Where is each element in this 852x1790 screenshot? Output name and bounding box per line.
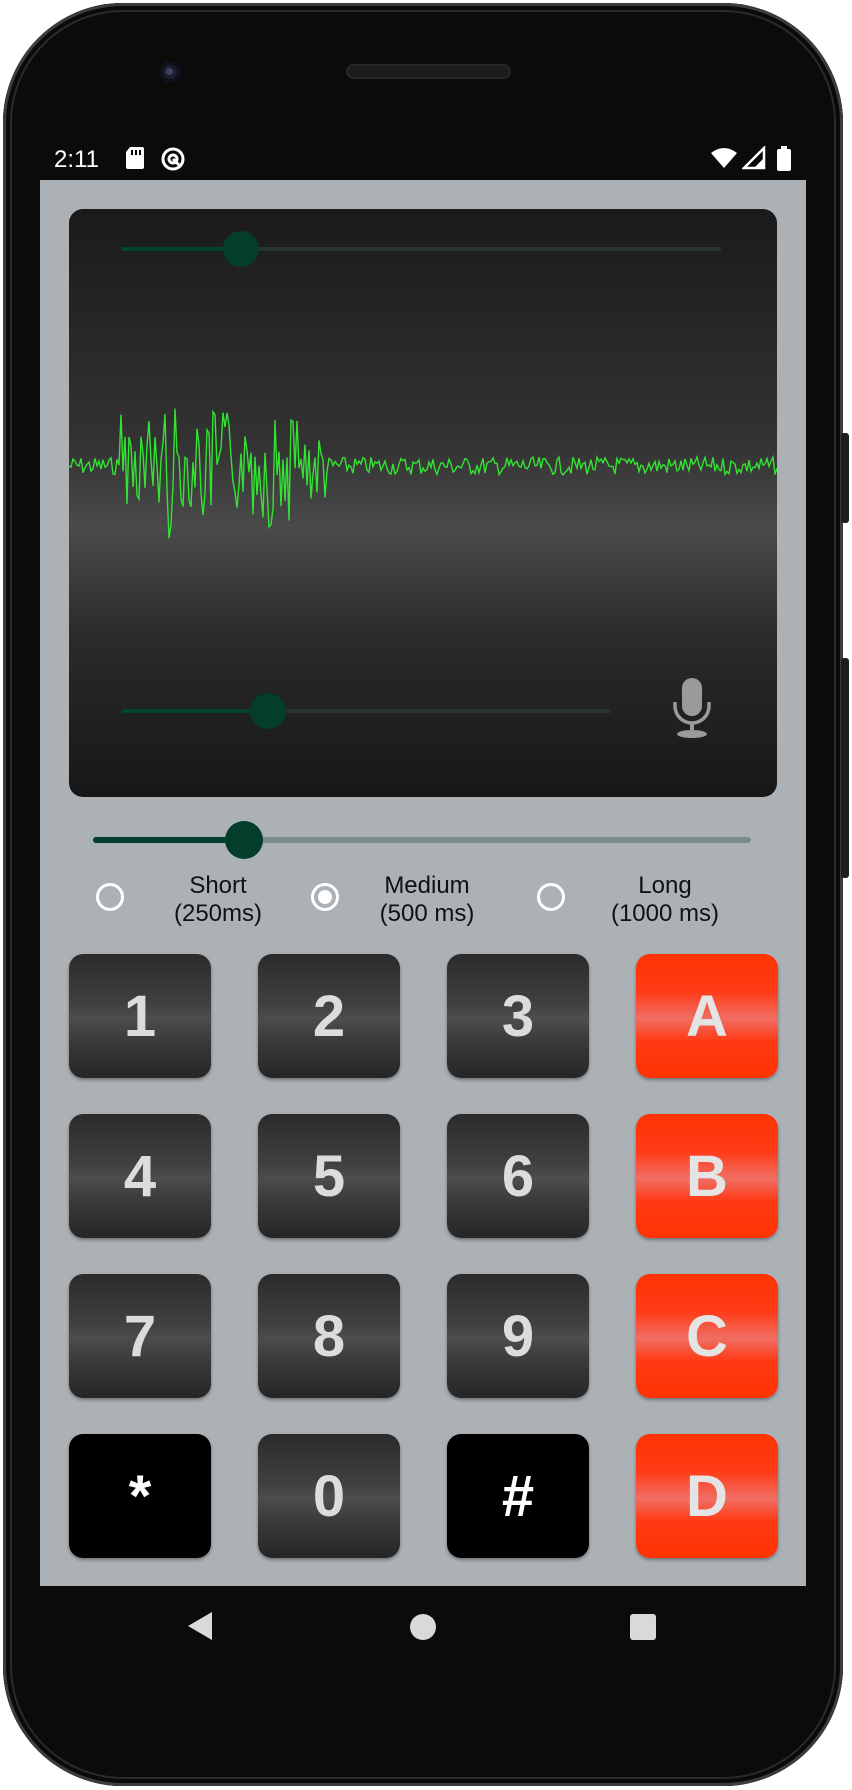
- signal-icon: [740, 144, 766, 175]
- duration-slider-thumb[interactable]: [225, 821, 264, 859]
- battery-icon: [776, 146, 792, 177]
- radio-short[interactable]: [96, 883, 124, 911]
- key-4[interactable]: 4: [69, 1114, 211, 1238]
- radio-short-label: Short (250ms): [158, 872, 278, 928]
- key-hash[interactable]: #: [447, 1434, 589, 1558]
- wifi-icon: [710, 146, 738, 175]
- oscilloscope-panel: [69, 209, 777, 797]
- key-6[interactable]: 6: [447, 1114, 589, 1238]
- radio-medium-detail: (500 ms): [379, 900, 475, 927]
- key-2[interactable]: 2: [258, 954, 400, 1078]
- volume-button: [841, 658, 849, 878]
- power-button: [841, 433, 849, 523]
- sync-icon: [160, 146, 186, 177]
- microphone-icon[interactable]: [670, 676, 714, 740]
- front-camera: [159, 61, 181, 83]
- key-7[interactable]: 7: [69, 1274, 211, 1398]
- app-screen: Short (250ms) Medium (500 ms) Long (1000…: [40, 180, 806, 1586]
- recents-icon[interactable]: [630, 1614, 656, 1640]
- key-b[interactable]: B: [636, 1114, 778, 1238]
- back-icon[interactable]: [188, 1612, 212, 1640]
- bottom-slider-fill: [121, 709, 268, 713]
- key-1[interactable]: 1: [69, 954, 211, 1078]
- key-5[interactable]: 5: [258, 1114, 400, 1238]
- radio-medium-label: Medium (500 ms): [367, 872, 487, 928]
- bottom-slider[interactable]: [121, 693, 611, 729]
- navigation-bar: [40, 1586, 806, 1681]
- key-0[interactable]: 0: [258, 1434, 400, 1558]
- key-d[interactable]: D: [636, 1434, 778, 1558]
- radio-long-title: Long: [638, 872, 692, 899]
- radio-short-detail: (250ms): [173, 900, 263, 927]
- duration-slider[interactable]: [93, 821, 751, 859]
- bottom-slider-thumb[interactable]: [250, 693, 286, 729]
- key-9[interactable]: 9: [447, 1274, 589, 1398]
- key-star[interactable]: *: [69, 1434, 211, 1558]
- status-bar: 2:11: [40, 136, 810, 180]
- radio-long-detail: (1000 ms): [610, 900, 720, 927]
- sd-card-icon: [125, 146, 145, 175]
- home-icon[interactable]: [410, 1614, 436, 1640]
- radio-long[interactable]: [537, 883, 565, 911]
- status-time: 2:11: [54, 146, 99, 173]
- radio-long-label: Long (1000 ms): [600, 872, 730, 928]
- key-c[interactable]: C: [636, 1274, 778, 1398]
- key-a[interactable]: A: [636, 954, 778, 1078]
- earpiece-speaker: [346, 64, 511, 79]
- key-8[interactable]: 8: [258, 1274, 400, 1398]
- radio-short-title: Short: [189, 872, 247, 899]
- radio-medium-title: Medium: [384, 872, 470, 899]
- duration-options: Short (250ms) Medium (500 ms) Long (1000…: [40, 872, 806, 942]
- duration-slider-fill: [93, 837, 245, 843]
- radio-medium[interactable]: [311, 883, 339, 911]
- key-3[interactable]: 3: [447, 954, 589, 1078]
